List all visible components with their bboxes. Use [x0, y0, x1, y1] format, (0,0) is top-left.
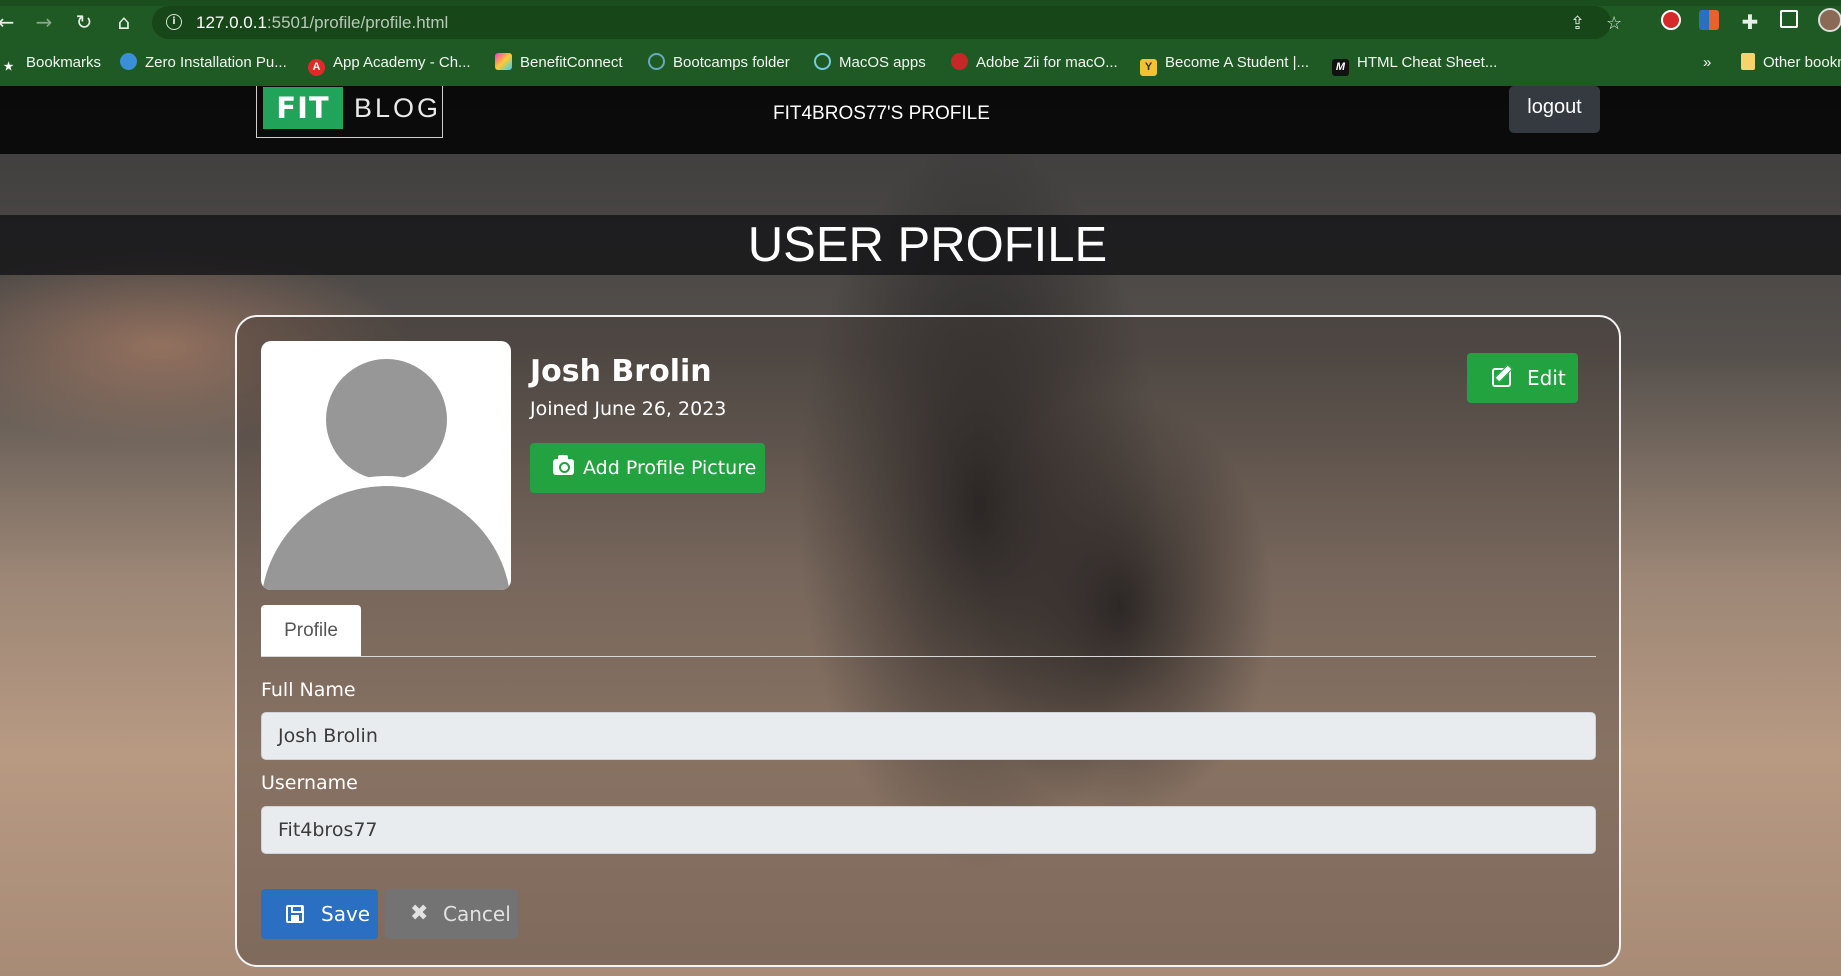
- add-profile-picture-label: Add Profile Picture: [583, 457, 757, 479]
- navbar: FIT BLOG FIT4BROS77'S PROFILE logout: [0, 86, 1841, 154]
- save-label: Save: [321, 902, 371, 926]
- macos-apps-icon: [814, 53, 831, 70]
- student-icon: Y: [1140, 59, 1157, 76]
- bookmark-item[interactable]: MacOS apps: [814, 52, 926, 74]
- folder-icon: [1741, 53, 1755, 70]
- bookmark-item[interactable]: Zero Installation Pu...: [120, 52, 287, 74]
- full-name-field[interactable]: Josh Brolin: [261, 712, 1596, 760]
- edit-icon: [1492, 368, 1511, 387]
- close-icon: ✖: [410, 901, 429, 926]
- profile-avatar-icon[interactable]: [1818, 8, 1841, 32]
- avatar-head-shape: [326, 359, 447, 480]
- star-icon: ★: [3, 61, 14, 73]
- save-icon: [286, 905, 304, 923]
- extension-icon[interactable]: [1699, 10, 1719, 30]
- bookmark-item[interactable]: Y Become A Student |...: [1140, 52, 1309, 76]
- save-button[interactable]: Save: [261, 889, 378, 939]
- adblock-extension-icon[interactable]: [1661, 10, 1681, 30]
- bookmark-star-icon[interactable]: ☆: [1606, 15, 1622, 33]
- html-cheat-icon: M: [1332, 59, 1349, 76]
- more-bookmarks-icon[interactable]: »: [1703, 52, 1711, 74]
- home-icon[interactable]: ⌂: [112, 10, 136, 34]
- bookmark-item[interactable]: BenefitConnect: [495, 52, 623, 74]
- profile-card: Josh Brolin Joined June 26, 2023 Add Pro…: [235, 315, 1621, 967]
- url-text[interactable]: 127.0.0.1:5501/profile/profile.html: [196, 13, 448, 33]
- site-logo[interactable]: FIT BLOG: [256, 86, 443, 138]
- page-background: FIT BLOG FIT4BROS77'S PROFILE logout USE…: [0, 86, 1841, 976]
- extensions-puzzle-icon[interactable]: ✚: [1738, 10, 1762, 34]
- bookmark-item[interactable]: Bootcamps folder: [648, 52, 790, 74]
- logo-blog-text: BLOG: [354, 93, 442, 123]
- username-field[interactable]: Fit4bros77: [261, 806, 1596, 854]
- avatar-placeholder: [261, 341, 511, 590]
- tab-profile[interactable]: Profile: [261, 605, 361, 657]
- cancel-label: Cancel: [443, 902, 511, 926]
- logout-button[interactable]: logout: [1509, 86, 1600, 133]
- forward-icon[interactable]: →: [32, 10, 56, 34]
- bookmarks-bar: ★ Bookmarks Zero Installation Pu... A App …: [0, 46, 1841, 78]
- bookmark-item[interactable]: A App Academy - Ch...: [308, 52, 471, 76]
- cancel-button[interactable]: ✖ Cancel: [385, 889, 518, 939]
- bookmark-item[interactable]: M HTML Cheat Sheet...: [1332, 52, 1497, 76]
- tab-divider: [261, 656, 1596, 657]
- adobe-icon: [951, 53, 968, 70]
- avatar-body-shape: [261, 476, 511, 590]
- app-academy-icon: A: [308, 59, 325, 76]
- page-banner: USER PROFILE: [0, 215, 1841, 275]
- user-display-name: Josh Brolin: [530, 354, 712, 389]
- add-profile-picture-button[interactable]: Add Profile Picture: [530, 443, 765, 493]
- edit-label: Edit: [1527, 366, 1566, 390]
- camera-icon: [553, 455, 574, 475]
- share-icon[interactable]: ⇪: [1570, 15, 1585, 33]
- page-title: USER PROFILE: [747, 218, 1108, 272]
- other-bookmarks-folder[interactable]: Other bookmarks: [1741, 52, 1841, 74]
- bootcamps-icon: [648, 53, 665, 70]
- reload-icon[interactable]: ↻: [72, 10, 96, 34]
- edit-button[interactable]: Edit: [1467, 353, 1578, 403]
- bookmark-item[interactable]: ★ Bookmarks: [0, 52, 101, 74]
- site-info-icon[interactable]: i: [166, 14, 182, 30]
- side-panel-icon[interactable]: [1780, 10, 1798, 28]
- profile-heading: FIT4BROS77'S PROFILE: [773, 103, 990, 124]
- address-bar[interactable]: i 127.0.0.1:5501/profile/profile.html ⇪ …: [152, 6, 1622, 39]
- full-name-label: Full Name: [261, 679, 356, 701]
- back-icon[interactable]: ←: [0, 10, 18, 34]
- browser-chrome: ← → ↻ ⌂ i 127.0.0.1:5501/profile/profile…: [0, 0, 1841, 86]
- benefitconnect-icon: [495, 53, 512, 70]
- bookmark-item[interactable]: Adobe Zii for macO...: [951, 52, 1118, 74]
- joined-date: Joined June 26, 2023: [530, 398, 727, 420]
- username-label: Username: [261, 772, 358, 794]
- cloud-icon: [120, 53, 137, 70]
- logo-fit-text: FIT: [263, 87, 343, 129]
